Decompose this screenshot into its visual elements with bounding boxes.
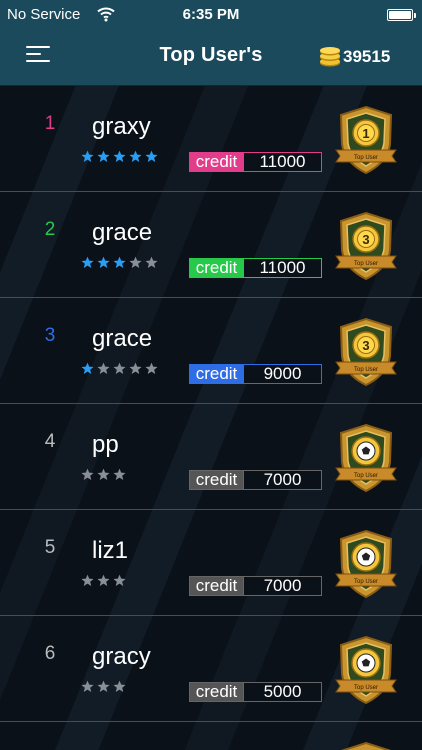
table-row[interactable]: 6 gracy credit 5000 Top User [0,616,422,722]
rank-number: 3 [44,325,56,346]
top-user-badge-icon [340,741,392,750]
star-icon [113,150,126,163]
badge-number: 1 [362,126,369,141]
status-time: 6:35 PM [182,6,240,23]
credit-value: 7000 [243,577,321,595]
star-icon [97,468,110,481]
star-icon [81,680,94,693]
top-users-list[interactable]: 1 graxy credit 11000 1 Top User 2 grace credit 11… [0,86,422,750]
top-user-badge-icon: 1 Top User [335,105,397,175]
credit-value: 11000 [243,259,321,277]
table-row[interactable]: 5 liz1 credit 7000 Top User [0,510,422,616]
star-icon [81,362,94,375]
status-bar: No Service 6:35 PM [0,0,422,30]
top-user-badge-icon: 3 Top User [335,211,397,281]
rank-number: 5 [44,537,56,558]
credit-label: credit [190,471,243,489]
star-icon [97,574,110,587]
table-row[interactable]: 3 grace credit 9000 3 Top User [0,298,422,404]
top-user-badge-icon: Top User [335,529,397,599]
star-icon [113,680,126,693]
navigation-bar: Top User's 39515 [0,30,422,86]
coin-stack-icon [320,47,340,67]
table-row[interactable]: 1 graxy credit 11000 1 Top User [0,86,422,192]
badge-caption: Top User [354,685,378,691]
rank-number: 4 [44,431,56,452]
star-icon [97,362,110,375]
user-name: grace [92,325,153,352]
user-name: pp [92,431,119,458]
credit-box: credit 7000 [189,576,322,596]
star-icon [81,468,94,481]
menu-button[interactable] [26,44,52,66]
credit-box: credit 7000 [189,470,322,490]
star-icon [145,362,158,375]
user-name: grace [92,219,153,246]
star-icon [145,256,158,269]
star-icon [113,574,126,587]
rank-number: 1 [44,113,56,134]
credit-box: credit 11000 [189,258,322,278]
credit-box: credit 5000 [189,682,322,702]
credit-label: credit [190,259,243,277]
credit-value: 11000 [243,153,321,171]
list-item-partial[interactable] [0,722,422,750]
credit-label: credit [190,577,243,595]
star-icon [81,150,94,163]
hamburger-menu-icon-line [26,60,50,62]
star-icon [113,468,126,481]
credit-value: 7000 [243,471,321,489]
star-icon [129,362,142,375]
top-user-badge-icon: Top User [335,423,397,493]
credit-label: credit [190,153,243,171]
badge-caption: Top User [354,473,378,479]
star-icon [129,256,142,269]
star-icon [129,150,142,163]
user-name: liz1 [92,537,129,564]
star-icon [81,574,94,587]
badge-caption: Top User [354,261,378,267]
star-icon [97,680,110,693]
rank-number: 2 [44,219,56,240]
hamburger-menu-icon-line [26,53,41,55]
credit-label: credit [190,683,243,701]
star-icon [113,362,126,375]
star-icon [97,150,110,163]
top-user-badge-icon: Top User [335,635,397,705]
user-name: gracy [92,643,151,670]
star-icon [145,150,158,163]
badge-caption: Top User [354,579,378,585]
badge-caption: Top User [354,155,378,161]
rank-number: 6 [44,643,56,664]
badge-caption: Top User [354,367,378,373]
star-icon [81,256,94,269]
coin-count: 39515 [343,47,391,66]
credit-value: 5000 [243,683,321,701]
badge-number: 3 [362,338,369,353]
credit-label: credit [190,365,243,383]
hamburger-menu-icon [26,46,50,48]
credit-box: credit 9000 [189,364,322,384]
top-user-badge-icon: 3 Top User [335,317,397,387]
user-name: graxy [92,113,151,140]
badge-number: 3 [362,232,369,247]
table-row[interactable]: 2 grace credit 11000 3 Top User [0,192,422,298]
star-icon [97,256,110,269]
star-icon [113,256,126,269]
credit-box: credit 11000 [189,152,322,172]
battery-icon [387,9,416,21]
table-row[interactable]: 4 pp credit 7000 Top User [0,404,422,510]
credit-value: 9000 [243,365,321,383]
